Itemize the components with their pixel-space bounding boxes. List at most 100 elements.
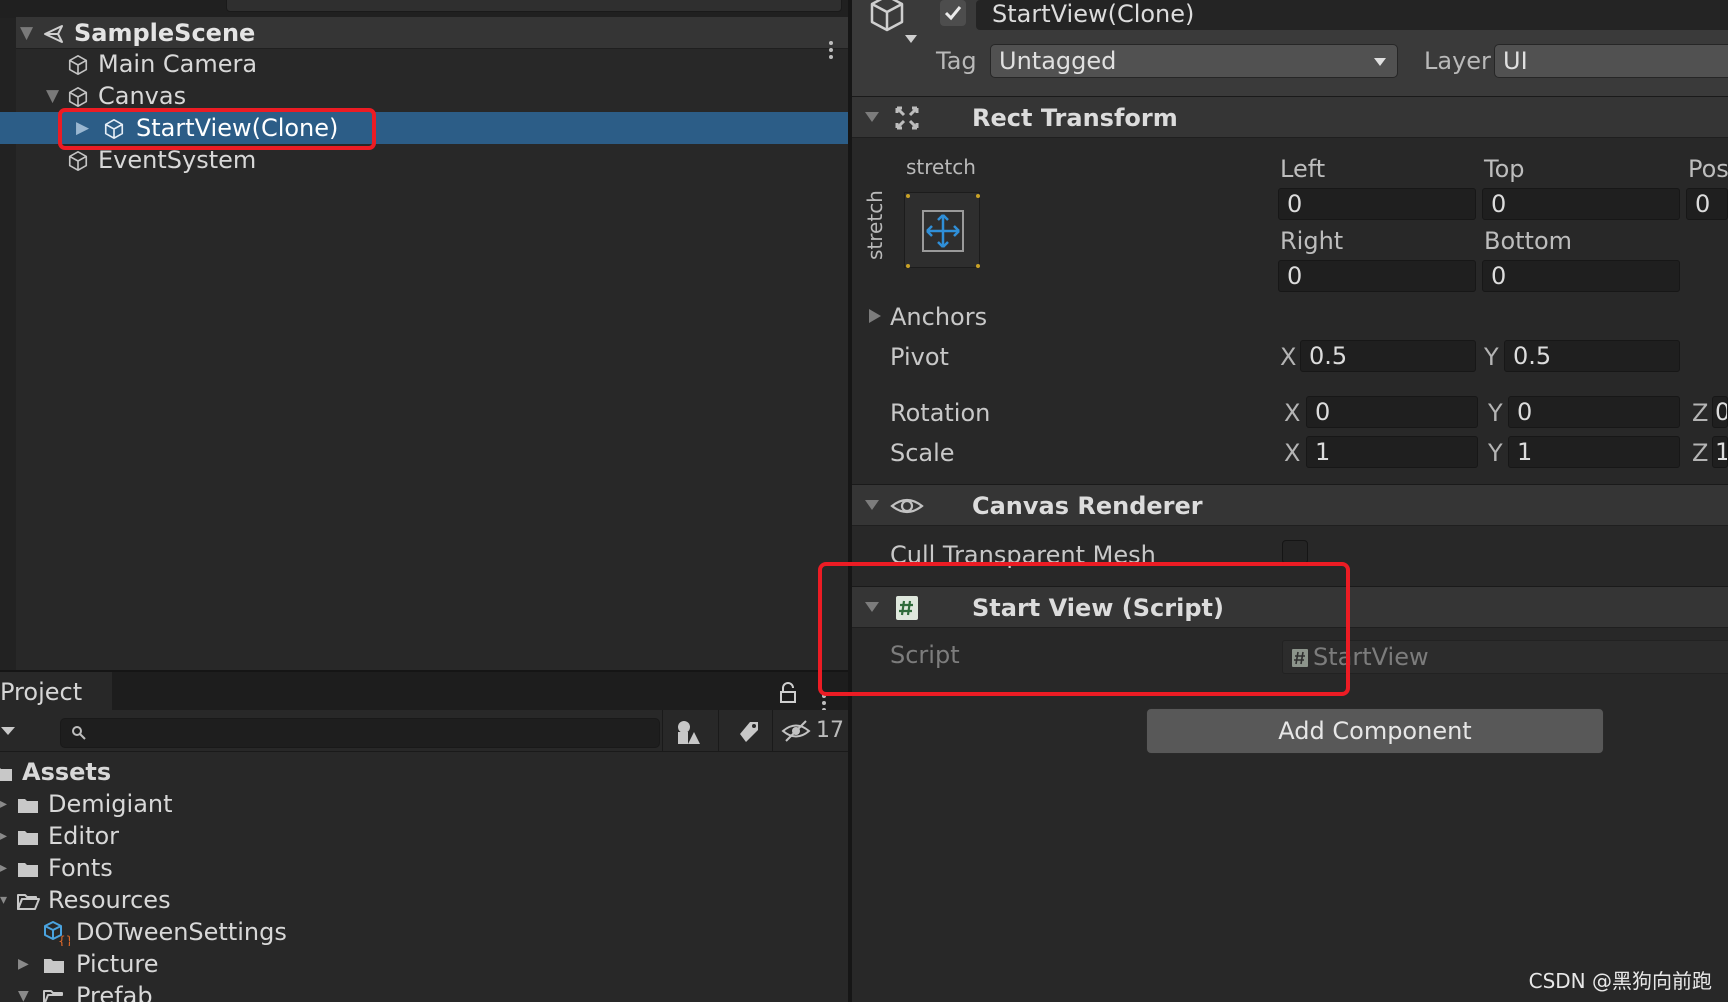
axis-z-label: Z <box>1692 439 1709 467</box>
scale-z-field[interactable]: 1 <box>1712 436 1728 468</box>
create-dropdown-icon[interactable] <box>0 724 16 738</box>
toolbar-separator <box>718 710 719 752</box>
axis-x-label: X <box>1280 343 1297 371</box>
folder-icon <box>44 959 64 973</box>
fold-arrow-down-icon[interactable]: ▼ <box>18 980 29 1002</box>
pos-z-label: Pos <box>1688 155 1728 183</box>
hierarchy-item-main-camera[interactable]: Main Camera <box>16 48 848 80</box>
lock-icon[interactable] <box>778 682 798 704</box>
asset-label: DOTweenSettings <box>76 918 287 946</box>
project-folder-resources[interactable]: ▾ Resources <box>0 884 848 916</box>
folder-label: Editor <box>48 822 120 850</box>
project-folder-demigiant[interactable]: ▸ Demigiant <box>0 788 848 820</box>
top-field[interactable]: 0 <box>1482 188 1680 220</box>
folder-label: Picture <box>76 950 159 978</box>
gameobject-cube-icon <box>68 151 88 171</box>
rotation-y-field[interactable]: 0 <box>1508 396 1680 428</box>
scriptable-object-icon: {} <box>44 921 70 946</box>
active-checkbox[interactable] <box>940 0 966 26</box>
fold-arrow-down-icon[interactable]: ▼ <box>46 80 59 112</box>
pos-z-field[interactable]: 0 <box>1686 188 1728 220</box>
unity-editor: ▼ SampleScene Main Camera ▼ Canvas ▶ Sta… <box>0 0 1728 1002</box>
object-name-field[interactable]: StartView(Clone) <box>976 0 1728 30</box>
unity-scene-icon <box>44 25 63 43</box>
gameobject-header: StartView(Clone) Tag Untagged Layer UI <box>852 0 1728 98</box>
folder-icon <box>18 799 38 813</box>
fold-arrow-right-icon[interactable]: ▸ <box>0 820 7 852</box>
component-title: Rect Transform <box>972 104 1178 132</box>
right-field[interactable]: 0 <box>1278 260 1476 292</box>
fold-arrow-down-icon[interactable]: ▾ <box>0 884 7 916</box>
hierarchy-scene-row[interactable]: ▼ SampleScene <box>16 17 848 59</box>
anchor-preset-horizontal-label: stretch <box>906 155 976 179</box>
folder-open-icon <box>43 990 63 1002</box>
add-component-button[interactable]: Add Component <box>1146 708 1604 754</box>
folder-label: Prefab <box>76 982 153 1002</box>
hidden-packages-toggle[interactable]: 17 <box>778 716 848 746</box>
project-asset-dotweensettings[interactable]: {} DOTweenSettings <box>0 916 848 948</box>
folder-open-icon <box>17 894 40 910</box>
fold-arrow-right-icon[interactable]: ▸ <box>0 788 7 820</box>
rotation-z-field[interactable]: 0 <box>1712 396 1728 428</box>
anchor-presets-button[interactable] <box>904 192 980 268</box>
pivot-x-field[interactable]: 0.5 <box>1300 340 1476 372</box>
project-folder-prefab[interactable]: ▼ Prefab <box>0 980 848 1002</box>
folder-open-icon <box>0 768 12 781</box>
folder-icon <box>18 831 38 845</box>
fold-arrow-down-icon[interactable] <box>864 111 880 123</box>
cull-transparent-mesh-checkbox[interactable] <box>1282 540 1308 564</box>
toolbar-separator <box>662 710 663 752</box>
axis-y-label: Y <box>1484 343 1499 371</box>
fold-arrow-right-icon[interactable] <box>868 308 882 324</box>
filter-by-label-icon[interactable] <box>724 718 768 746</box>
folder-label: Fonts <box>48 854 113 882</box>
project-panel: Project 17 Assets ▸ Demigiant ▸ Editor ▸… <box>0 670 848 1002</box>
tab-project[interactable]: Project <box>0 672 112 712</box>
axis-x-label: X <box>1284 439 1301 467</box>
scale-x-field[interactable]: 1 <box>1306 436 1478 468</box>
fold-arrow-right-icon[interactable]: ▶ <box>18 948 29 980</box>
hierarchy-search-input[interactable] <box>226 0 842 12</box>
folder-icon <box>18 863 38 877</box>
project-folder-fonts[interactable]: ▸ Fonts <box>0 852 848 884</box>
layer-value: UI <box>1503 47 1528 75</box>
bottom-field[interactable]: 0 <box>1482 260 1680 292</box>
rotation-x-field[interactable]: 0 <box>1306 396 1478 428</box>
component-header-rect-transform[interactable]: Rect Transform <box>852 96 1728 138</box>
scale-y-field[interactable]: 1 <box>1508 436 1680 468</box>
pivot-label: Pivot <box>890 343 949 371</box>
annotation-red-box <box>58 108 376 150</box>
folder-label: Resources <box>48 886 171 914</box>
anchors-label: Anchors <box>890 303 988 331</box>
component-header-canvas-renderer[interactable]: Canvas Renderer <box>852 484 1728 526</box>
fold-arrow-down-icon[interactable] <box>864 499 880 511</box>
pivot-y-field[interactable]: 0.5 <box>1504 340 1680 372</box>
gameobject-cube-icon <box>870 0 904 32</box>
tag-label: Tag <box>936 47 977 75</box>
chevron-down-icon <box>1374 58 1386 66</box>
eye-slash-icon <box>781 720 811 742</box>
filter-by-type-icon[interactable] <box>668 718 712 746</box>
fold-arrow-down-icon[interactable]: ▼ <box>20 17 33 49</box>
gameobject-cube-icon <box>68 55 88 75</box>
bottom-label: Bottom <box>1484 227 1573 255</box>
svg-text:{}: {} <box>58 934 70 946</box>
project-folder-assets[interactable]: Assets <box>0 756 848 788</box>
icon-dropdown-arrow-icon[interactable] <box>904 34 918 44</box>
hidden-count: 17 <box>816 718 844 743</box>
scale-label: Scale <box>890 439 955 467</box>
project-tabbar: Project <box>0 670 848 712</box>
left-field[interactable]: 0 <box>1278 188 1476 220</box>
project-folder-editor[interactable]: ▸ Editor <box>0 820 848 852</box>
fold-arrow-right-icon[interactable]: ▸ <box>0 852 7 884</box>
rect-transform-icon <box>895 106 919 130</box>
layer-dropdown[interactable]: UI <box>1494 44 1728 78</box>
eye-icon <box>890 498 924 514</box>
project-folder-picture[interactable]: ▶ Picture <box>0 948 848 980</box>
hierarchy-search-strip <box>0 0 848 18</box>
project-search-input[interactable] <box>60 718 660 748</box>
tag-dropdown[interactable]: Untagged <box>990 44 1398 78</box>
folder-label: Demigiant <box>48 790 173 818</box>
component-title: Canvas Renderer <box>972 492 1203 520</box>
hierarchy-item-label: Main Camera <box>98 50 258 78</box>
